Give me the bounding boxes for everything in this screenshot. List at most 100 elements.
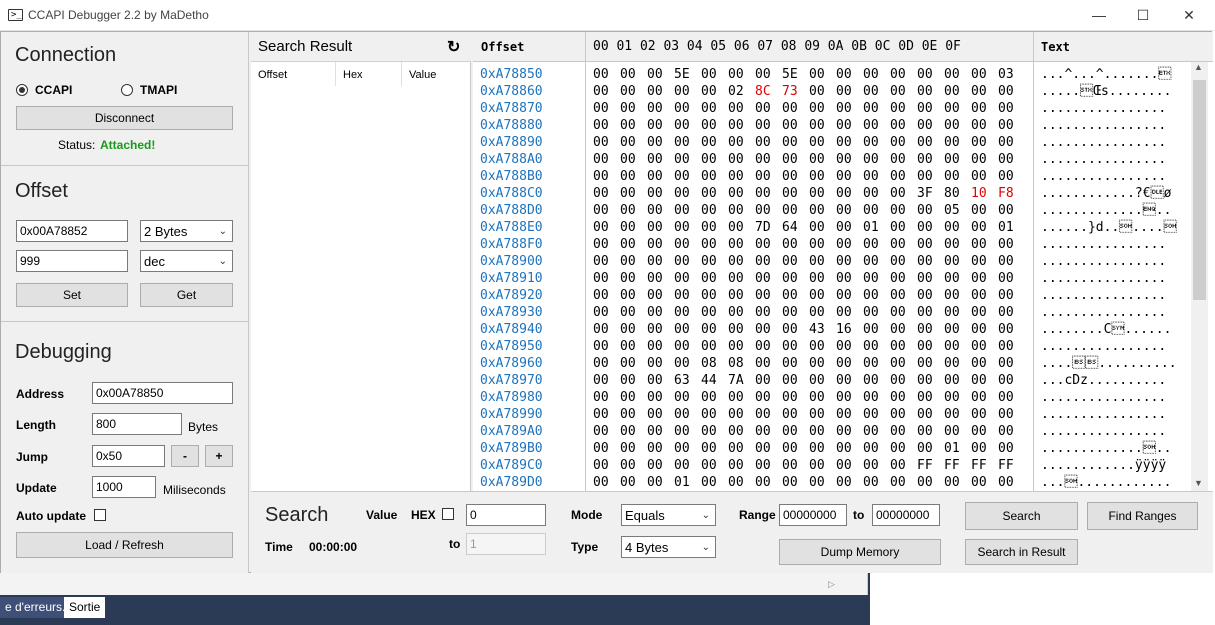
hex-scrollbar[interactable]: ▲ ▼ [1191,62,1208,491]
hex-byte[interactable]: 00 [674,185,690,202]
hex-byte[interactable]: 00 [593,474,609,491]
column-header-hex[interactable]: Hex [343,69,363,81]
hex-byte[interactable]: 00 [782,287,798,304]
hex-byte[interactable]: 08 [728,355,744,372]
hex-byte[interactable]: 00 [647,219,663,236]
hex-byte[interactable]: 00 [701,83,717,100]
hex-byte[interactable]: 00 [674,338,690,355]
hex-byte[interactable]: 44 [701,372,717,389]
hex-byte[interactable]: 00 [998,440,1014,457]
hex-byte[interactable]: 00 [647,372,663,389]
hex-byte[interactable]: 00 [863,423,879,440]
hex-byte[interactable]: 00 [890,406,906,423]
hex-byte[interactable]: 00 [755,440,771,457]
search-in-result-button[interactable]: Search in Result [965,539,1078,565]
hex-byte[interactable]: 00 [836,219,852,236]
hex-byte[interactable]: 00 [890,440,906,457]
hex-byte[interactable]: 43 [809,321,825,338]
search-value-input[interactable]: 0 [466,504,546,526]
hex-byte[interactable]: 00 [647,406,663,423]
hex-byte[interactable]: 00 [593,287,609,304]
hex-byte[interactable]: 00 [647,338,663,355]
hex-row[interactable]: 0xA788B0 00 00 00 00 00 00 00 00 00 00 00 00 00 00 00 00… [473,168,1191,185]
hex-byte[interactable]: 00 [701,219,717,236]
hex-byte[interactable]: 00 [944,66,960,83]
hex-byte[interactable]: 00 [674,117,690,134]
disconnect-button[interactable]: Disconnect [16,106,233,130]
hex-byte[interactable]: 00 [890,151,906,168]
hex-byte[interactable]: 00 [998,304,1014,321]
hex-byte[interactable]: 00 [890,134,906,151]
hex-byte[interactable]: 00 [998,287,1014,304]
hex-byte[interactable]: 00 [593,134,609,151]
hex-byte[interactable]: 00 [701,457,717,474]
hex-byte[interactable]: 00 [728,457,744,474]
hex-byte[interactable]: 00 [755,406,771,423]
hex-byte[interactable]: 00 [944,389,960,406]
hex-byte[interactable]: 00 [728,287,744,304]
hex-byte[interactable]: 00 [593,440,609,457]
hex-row[interactable]: 0xA78900 00 00 00 00 00 00 00 00 00 00 00 00 00 00 00 00… [473,253,1191,270]
hex-byte[interactable]: 00 [998,83,1014,100]
hex-byte[interactable]: 00 [674,457,690,474]
hex-byte[interactable]: 00 [863,168,879,185]
hex-byte[interactable]: 00 [755,168,771,185]
hex-byte[interactable]: 00 [755,372,771,389]
hex-byte[interactable]: 00 [620,474,636,491]
hex-byte[interactable]: 00 [971,406,987,423]
hex-byte[interactable]: 00 [755,236,771,253]
hex-byte[interactable]: 00 [809,423,825,440]
hex-byte[interactable]: 00 [620,406,636,423]
hex-byte[interactable]: 00 [755,202,771,219]
hex-row[interactable]: 0xA788C0 00 00 00 00 00 00 00 00 00 00 00 00 3F 80 10 F8… [473,185,1191,202]
hex-byte[interactable]: 00 [647,202,663,219]
hex-byte[interactable]: 00 [701,440,717,457]
hex-byte[interactable]: 00 [998,236,1014,253]
hex-byte[interactable]: 00 [836,457,852,474]
hex-byte[interactable]: 00 [620,304,636,321]
hex-byte[interactable]: 00 [971,440,987,457]
hex-byte[interactable]: 00 [701,134,717,151]
hex-byte[interactable]: 00 [701,406,717,423]
hex-byte[interactable]: 8C [755,83,771,100]
hex-byte[interactable]: 00 [809,406,825,423]
dump-memory-button[interactable]: Dump Memory [779,539,941,565]
hex-byte[interactable]: 00 [809,117,825,134]
hex-byte[interactable]: 00 [674,270,690,287]
hex-byte[interactable]: 00 [674,168,690,185]
hex-byte[interactable]: 00 [971,151,987,168]
hex-byte[interactable]: 00 [998,321,1014,338]
hex-byte[interactable]: 00 [701,253,717,270]
hex-byte[interactable]: 00 [728,202,744,219]
hex-byte[interactable]: 00 [782,270,798,287]
hex-byte[interactable]: 00 [755,304,771,321]
hex-byte[interactable]: 00 [728,151,744,168]
hex-byte[interactable]: 00 [647,151,663,168]
hex-byte[interactable]: 00 [809,83,825,100]
hex-byte[interactable]: 00 [647,321,663,338]
hex-row[interactable]: 0xA78890 00 00 00 00 00 00 00 00 00 00 00 00 00 00 00 00… [473,134,1191,151]
hex-byte[interactable]: 00 [971,270,987,287]
hex-byte[interactable]: 00 [620,372,636,389]
hex-byte[interactable]: 00 [917,168,933,185]
load-refresh-button[interactable]: Load / Refresh [16,532,233,558]
hex-byte[interactable]: 00 [890,355,906,372]
hex-byte[interactable]: FF [944,457,960,474]
hex-byte[interactable]: 00 [971,100,987,117]
hex-byte[interactable]: 00 [971,219,987,236]
hex-byte[interactable]: 00 [728,423,744,440]
scroll-down-icon[interactable]: ▼ [1194,478,1203,488]
hex-byte[interactable]: 00 [593,253,609,270]
hex-byte[interactable]: 63 [674,372,690,389]
hex-row[interactable]: 0xA78990 00 00 00 00 00 00 00 00 00 00 00 00 00 00 00 00… [473,406,1191,423]
offset-address-input[interactable]: 0x00A78852 [16,220,128,242]
hex-byte[interactable]: 00 [728,117,744,134]
scroll-right-icon[interactable]: ▷ [828,579,835,590]
hex-byte[interactable]: 00 [674,134,690,151]
hex-byte[interactable]: 00 [890,389,906,406]
hex-byte[interactable]: 00 [674,406,690,423]
hex-byte[interactable]: 64 [782,219,798,236]
hex-byte[interactable]: 00 [944,406,960,423]
hex-byte[interactable]: 00 [836,168,852,185]
set-button[interactable]: Set [16,283,128,307]
